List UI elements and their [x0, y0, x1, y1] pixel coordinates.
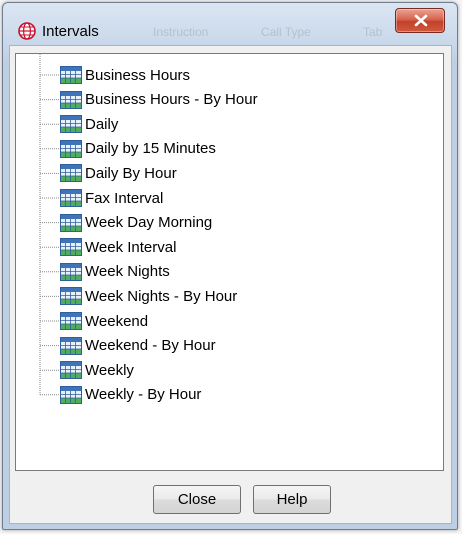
close-button[interactable]: Close — [153, 485, 241, 514]
tree-item[interactable]: Week Nights — [60, 261, 170, 283]
tree-item-label: Business Hours — [85, 66, 191, 84]
tree-item[interactable]: Fax Interval — [60, 187, 163, 209]
intervals-dialog: Instruction Call Type Tab Intervals Busi… — [2, 2, 458, 530]
tree-item-label: Daily By Hour — [85, 164, 177, 182]
tree-item[interactable]: Weekend — [60, 310, 148, 332]
calendar-grid-icon — [60, 262, 82, 281]
calendar-grid-icon — [60, 66, 82, 84]
help-button[interactable]: Help — [253, 485, 331, 514]
dialog-content: Business Hours Business Hours - By Hour Da… — [9, 45, 452, 524]
background-text: Tab — [363, 25, 383, 39]
tree-item-label: Weekly - By Hour — [85, 386, 202, 404]
tree-item-label: Weekend — [85, 312, 149, 330]
tree-item[interactable]: Business Hours — [60, 64, 190, 86]
background-text: Call Type — [261, 25, 311, 39]
tree-item-label: Week Nights — [85, 263, 170, 281]
tree-item[interactable]: Week Day Morning — [60, 212, 212, 234]
calendar-grid-icon — [60, 361, 82, 380]
tree-item-label: Week Interval — [85, 238, 177, 256]
tree-item-label: Week Nights - By Hour — [85, 287, 238, 305]
window-close-button[interactable] — [395, 8, 445, 33]
calendar-grid-icon — [60, 189, 82, 207]
calendar-grid-icon — [60, 287, 82, 306]
tree-item[interactable]: Daily — [60, 113, 118, 135]
tree-item-label: Business Hours - By Hour — [85, 91, 258, 109]
tree-item-label: Fax Interval — [85, 189, 164, 207]
calendar-grid-icon — [60, 385, 82, 404]
calendar-grid-icon — [60, 238, 82, 257]
tree-item[interactable]: Weekly - By Hour — [60, 384, 201, 406]
tree-item[interactable]: Weekly — [60, 359, 134, 381]
window-title: Intervals — [42, 23, 99, 40]
tree-item[interactable]: Daily by 15 Minutes — [60, 138, 216, 160]
calendar-grid-icon — [60, 312, 82, 330]
calendar-grid-icon — [60, 164, 82, 183]
calendar-grid-icon — [60, 115, 82, 134]
tree-item[interactable]: Week Nights - By Hour — [60, 285, 237, 307]
app-globe-icon — [18, 22, 36, 40]
close-icon — [414, 14, 428, 27]
calendar-grid-icon — [60, 213, 82, 232]
background-text: Instruction — [153, 25, 209, 39]
tree-item[interactable]: Week Interval — [60, 236, 176, 258]
calendar-grid-icon — [60, 336, 82, 355]
tree-item[interactable]: Weekend - By Hour — [60, 335, 216, 357]
calendar-grid-icon — [60, 90, 82, 109]
tree-item[interactable]: Business Hours - By Hour — [60, 89, 258, 111]
title-bar[interactable]: Instruction Call Type Tab Intervals — [3, 3, 457, 43]
tree-item-label: Week Day Morning — [85, 214, 213, 232]
button-bar: Close Help — [10, 477, 451, 517]
tree-item-label: Weekend - By Hour — [85, 337, 216, 355]
tree-item-label: Daily by 15 Minutes — [85, 140, 216, 158]
tree-item[interactable]: Daily By Hour — [60, 162, 177, 184]
intervals-tree[interactable]: Business Hours Business Hours - By Hour Da… — [15, 53, 444, 471]
tree-item-label: Weekly — [85, 361, 134, 379]
tree-item-label: Daily — [85, 115, 119, 133]
calendar-grid-icon — [60, 139, 82, 158]
